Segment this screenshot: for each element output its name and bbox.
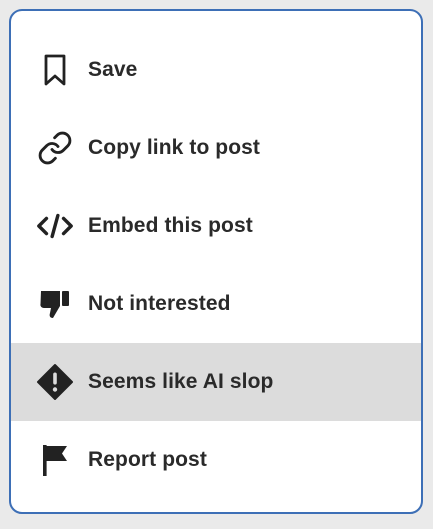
thumbs-down-icon bbox=[36, 285, 74, 323]
menu-item-embed[interactable]: Embed this post bbox=[11, 187, 421, 265]
flag-icon bbox=[36, 441, 74, 479]
menu-item-label: Seems like AI slop bbox=[88, 370, 274, 393]
warning-diamond-icon bbox=[36, 363, 74, 401]
code-icon bbox=[36, 207, 74, 245]
menu-item-label: Report post bbox=[88, 448, 207, 471]
menu-item-not-interested[interactable]: Not interested bbox=[11, 265, 421, 343]
menu-item-label: Not interested bbox=[88, 292, 231, 315]
menu-item-save[interactable]: Save bbox=[11, 31, 421, 109]
post-options-menu: Save Copy link to post Embed this post N… bbox=[9, 9, 423, 514]
menu-item-label: Embed this post bbox=[88, 214, 253, 237]
link-icon bbox=[36, 129, 74, 167]
menu-item-report[interactable]: Report post bbox=[11, 421, 421, 499]
bookmark-icon bbox=[36, 51, 74, 89]
menu-item-label: Copy link to post bbox=[88, 136, 261, 159]
menu-item-label: Save bbox=[88, 58, 138, 81]
menu-item-ai-slop[interactable]: Seems like AI slop bbox=[11, 343, 421, 421]
menu-item-copy-link[interactable]: Copy link to post bbox=[11, 109, 421, 187]
